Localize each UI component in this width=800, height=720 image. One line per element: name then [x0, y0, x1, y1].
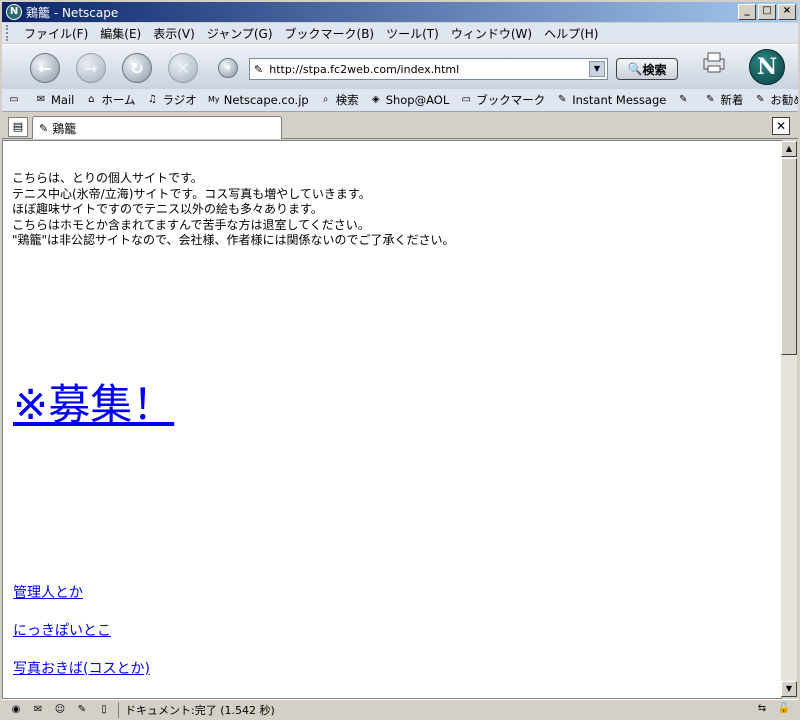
close-window-button[interactable]: ×	[778, 4, 796, 20]
page-content: こちらは、とりの個人サイトです。 テニス中心(氷帝/立海)サイトです。コス写真も…	[2, 140, 782, 699]
intro-line: テニス中心(氷帝/立海)サイトです。コス写真も増やしていきます。	[12, 186, 371, 201]
print-icon[interactable]	[700, 51, 728, 73]
scroll-up-button[interactable]: ▲	[781, 141, 797, 157]
search-icon: ⌕	[322, 94, 329, 105]
reload-button[interactable]: ↻	[122, 53, 152, 83]
chevron-down-icon: ▾	[225, 62, 231, 74]
bookmark-instant-message[interactable]: ✎ Instant Message	[550, 93, 671, 107]
online-icon[interactable]: ⇆	[754, 702, 770, 715]
title-bar: N 鶏籠 - Netscape _ □ ×	[2, 2, 798, 22]
tab-active[interactable]: ✎ 鶏籠	[32, 116, 282, 139]
url-input[interactable]	[267, 61, 592, 77]
menu-file[interactable]: ファイル(F)	[18, 25, 94, 42]
my-netscape-icon: My	[207, 95, 220, 104]
search-button[interactable]: 🔍 検索	[616, 58, 678, 80]
url-bar[interactable]: ✎ ▼	[249, 58, 608, 80]
url-dropdown-button[interactable]: ▼	[589, 61, 605, 77]
netscape-app-icon: N	[6, 4, 22, 20]
intro-text: こちらは、とりの個人サイトです。 テニス中心(氷帝/立海)サイトです。コス写真も…	[12, 171, 455, 249]
forward-arrow-icon: →	[84, 58, 98, 78]
menu-window[interactable]: ウィンドウ(W)	[445, 25, 538, 42]
mail-icon[interactable]: ✉	[30, 703, 46, 716]
link-diary[interactable]: にっきぽいとこ	[13, 622, 150, 641]
bookmark-shop-aol[interactable]: ◈ Shop@AOL	[364, 93, 455, 107]
page-proxy-icon: ✎	[254, 62, 264, 76]
home-icon: ⌂	[88, 94, 95, 105]
menu-go[interactable]: ジャンプ(G)	[201, 25, 279, 42]
im-icon[interactable]: ☺	[52, 703, 68, 716]
bookmark-recommended[interactable]: ✎お勧め	[748, 92, 798, 108]
link-admin[interactable]: 管理人とか	[13, 584, 150, 603]
bookmark-radio[interactable]: ♫ ラジオ	[141, 92, 202, 108]
folder-icon: ▭	[461, 94, 471, 105]
bookmark-icon: ✎	[679, 94, 688, 105]
netscape-logo[interactable]: N	[749, 49, 785, 85]
bookmark-search[interactable]: ⌕ 検索	[314, 92, 364, 108]
address-book-icon[interactable]: ▯	[96, 703, 112, 716]
headphones-icon: ♫	[148, 94, 157, 105]
browser-window: N 鶏籠 - Netscape _ □ × ファイル(F) 編集(E) 表示(V…	[0, 0, 800, 720]
window-title: 鶏籠 - Netscape	[26, 5, 119, 20]
bookmarks-folder[interactable]: ▭ ブックマーク	[454, 92, 550, 108]
site-links: 管理人とか にっきぽいとこ 写真おきば(コスとか)	[13, 584, 150, 698]
intro-line: ほぼ趣味サイトですのでテニス以外の絵も多々あります。	[12, 202, 323, 216]
intro-line: こちらは、とりの個人サイトです。	[12, 171, 203, 185]
navigation-toolbar: ← → ↻ ✕ ▾ ✎ ▼ 🔍 検索 N	[2, 44, 798, 90]
search-button-label: 検索	[642, 62, 667, 77]
status-text: ドキュメント:完了 (1.542 秒)	[118, 701, 275, 718]
status-bar: ◉ ✉ ☺ ✎ ▯ ドキュメント:完了 (1.542 秒) ⇆ 🔓	[2, 699, 798, 719]
navigator-icon[interactable]: ◉	[8, 703, 24, 716]
menu-tools[interactable]: ツール(T)	[380, 25, 445, 42]
bookmark-home[interactable]: ⌂ ホーム	[79, 92, 140, 108]
toolbar-grip[interactable]	[6, 25, 14, 41]
toolbar-grip-icon[interactable]: ▭	[2, 94, 29, 106]
vertical-scrollbar[interactable]: ▲ ▼	[781, 141, 797, 697]
menu-help[interactable]: ヘルプ(H)	[538, 25, 604, 42]
tab-bar: ▤ ✎ 鶏籠 ✕	[2, 114, 798, 139]
bookmark-icon: ✎	[558, 94, 567, 105]
menu-bar: ファイル(F) 編集(E) 表示(V) ジャンプ(G) ブックマーク(B) ツー…	[2, 23, 798, 43]
personal-toolbar: ▭ ✉ Mail ⌂ ホーム ♫ ラジオ My Netscape.co.jp ⌕ 検索 ◈…	[2, 89, 798, 112]
intro-line: こちらはホモとか含まれてますんで苦手な方は退室してください。	[12, 217, 370, 232]
maximize-button[interactable]: □	[758, 4, 776, 20]
recruit-link[interactable]: ※募集！	[13, 371, 174, 432]
shop-icon: ◈	[371, 94, 380, 105]
bookmark-mail[interactable]: ✉ Mail	[29, 93, 79, 107]
history-dropdown-button[interactable]: ▾	[218, 58, 238, 78]
reload-icon: ↻	[130, 58, 144, 78]
new-tab-icon[interactable]: ▤	[8, 117, 28, 137]
bookmark-blank[interactable]: ✎	[671, 94, 698, 106]
scroll-thumb[interactable]	[781, 158, 797, 355]
bookmark-new[interactable]: ✎ 新着	[698, 92, 748, 108]
menu-edit[interactable]: 編集(E)	[94, 25, 147, 42]
back-button[interactable]: ←	[30, 53, 60, 83]
bookmark-netscape[interactable]: My Netscape.co.jp	[202, 93, 314, 107]
close-tab-button[interactable]: ✕	[772, 117, 790, 135]
scroll-down-button[interactable]: ▼	[781, 681, 797, 697]
forward-button[interactable]: →	[76, 53, 106, 83]
intro-line: "鶏籠"は非公認サイトなので、会社様、作者様には関係ないのでご了承ください。	[12, 233, 455, 247]
bookmark-icon: ✎	[756, 94, 765, 105]
minimize-button[interactable]: _	[738, 4, 756, 20]
magnifier-icon: 🔍	[627, 62, 643, 76]
page-icon: ✎	[39, 121, 49, 135]
link-photos[interactable]: 写真おきば(コスとか)	[13, 660, 150, 679]
back-arrow-icon: ←	[38, 58, 52, 78]
menu-bookmarks[interactable]: ブックマーク(B)	[279, 25, 381, 42]
stop-icon: ✕	[176, 58, 190, 78]
security-lock-icon[interactable]: 🔓	[776, 702, 792, 715]
menu-view[interactable]: 表示(V)	[147, 25, 201, 42]
composer-icon[interactable]: ✎	[74, 703, 90, 716]
bookmark-icon: ✎	[706, 94, 715, 105]
tab-label: 鶏籠	[52, 121, 77, 136]
stop-button[interactable]: ✕	[168, 53, 198, 83]
mail-icon: ✉	[36, 94, 46, 105]
